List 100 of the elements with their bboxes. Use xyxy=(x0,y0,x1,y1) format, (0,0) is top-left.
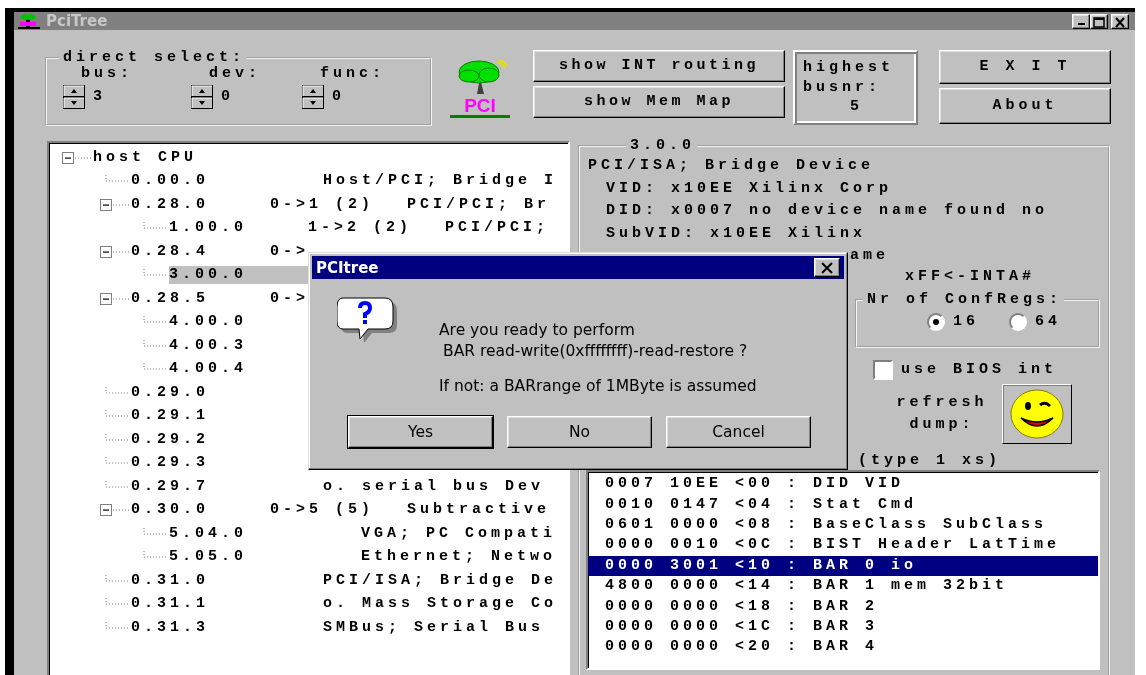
collapse-icon[interactable] xyxy=(100,198,131,211)
app-icon xyxy=(18,13,40,29)
bus-range: 0-> xyxy=(270,289,309,308)
group-label: Nr of ConfRegs: xyxy=(866,292,1064,307)
device-address[interactable]: 0.29.3 xyxy=(131,454,270,473)
device-id-line: VID: x10EE Xilinx Corp xyxy=(605,179,894,199)
field-label: func: xyxy=(319,65,386,83)
collapse-icon[interactable] xyxy=(100,504,131,517)
tree-node-label[interactable]: host CPU xyxy=(93,148,197,167)
spinner-control[interactable] xyxy=(302,85,324,109)
device-description: VGA; PC Compati xyxy=(361,524,557,543)
device-id-line: DID: x0007 no device name found no xyxy=(605,202,1050,221)
tree-icon xyxy=(458,59,508,94)
collapse-icon[interactable] xyxy=(100,245,131,258)
spin-value: 0 xyxy=(332,88,345,106)
spin-value: 3 xyxy=(93,88,106,106)
device-class: PCI/ISA; Bridge Device xyxy=(588,157,876,176)
minimize-button[interactable] xyxy=(1072,13,1090,29)
radio-button[interactable] xyxy=(1009,313,1027,331)
window-title: PciTree xyxy=(46,12,108,30)
dump-row[interactable]: 0000 0000 <20 : BAR 4 xyxy=(588,637,1098,658)
device-address[interactable]: 0.31.1 xyxy=(131,595,270,614)
device-address[interactable]: 5.05.0 xyxy=(169,548,308,567)
collapse-icon[interactable] xyxy=(100,292,131,305)
device-description: Subtractive xyxy=(407,501,551,520)
bus-range: 0-> xyxy=(270,242,309,261)
radio-label: 16 xyxy=(953,313,979,331)
dialog-button[interactable]: Yes xyxy=(348,416,493,448)
question-icon xyxy=(337,296,397,342)
device-address[interactable]: 5.04.0 xyxy=(169,524,308,543)
device-address[interactable]: 4.00.3 xyxy=(169,336,308,355)
device-address[interactable]: 0.00.0 xyxy=(131,172,270,191)
device-address[interactable]: 4.00.0 xyxy=(169,313,308,332)
maximize-icon xyxy=(1091,14,1107,29)
radio-button[interactable] xyxy=(927,313,945,331)
dump-row[interactable]: 0000 0000 <1C : BAR 3 xyxy=(588,616,1098,638)
device-address[interactable]: 0.28.5 xyxy=(131,289,270,308)
dump-label: (type 1 xs) xyxy=(858,452,1002,469)
maximize-button[interactable] xyxy=(1090,13,1108,29)
device-address[interactable]: 0.28.0 xyxy=(131,195,270,214)
message-line: BAR read-write(0xffffffff)-read-restore ? xyxy=(442,341,749,362)
checkbox[interactable] xyxy=(873,360,893,380)
dump-row[interactable]: 0010 0147 <04 : Stat Cmd xyxy=(588,494,1098,515)
bus-range: 1->2 (2) xyxy=(308,219,413,238)
close-button[interactable] xyxy=(814,258,840,277)
device-address[interactable]: 0.29.7 xyxy=(131,477,270,496)
device-description: o. Mass Storage Co xyxy=(323,595,558,614)
close-icon xyxy=(820,261,834,274)
spinner-control[interactable] xyxy=(63,85,85,109)
device-address[interactable]: 0.28.4 xyxy=(131,242,270,261)
device-id-line: SubVID: x10EE Xilinx xyxy=(605,224,868,244)
dialog-button[interactable]: Cancel xyxy=(666,416,811,448)
dump-row[interactable]: 4800 0000 <14 : BAR 1 mem 32bit xyxy=(588,575,1098,597)
device-address[interactable]: 4.00.4 xyxy=(169,360,308,379)
dialog-title: PCItree xyxy=(316,258,379,277)
dump-row[interactable]: 0000 0010 <0C : BIST Header LatTime xyxy=(588,535,1098,556)
device-address[interactable]: 0.31.0 xyxy=(131,571,270,590)
device-address[interactable]: 0.31.3 xyxy=(131,618,270,637)
device-description: Host/PCI; Bridge I xyxy=(323,172,558,191)
device-description: PCI/PCI; xyxy=(445,219,549,238)
refresh-label: refresh dump: xyxy=(895,393,989,435)
message-line: Are you ready to perform xyxy=(439,320,636,341)
minimize-icon xyxy=(1077,22,1085,25)
bus-range: 0->1 (2) xyxy=(270,195,375,214)
view-button[interactable]: show Mem Map xyxy=(533,86,785,118)
exit-button[interactable]: E X I T xyxy=(939,50,1111,84)
device-address[interactable]: 1.00.0 xyxy=(169,219,308,238)
dump-row[interactable]: 0601 0000 <08 : BaseClass SubClass xyxy=(588,514,1098,536)
spin-value: 0 xyxy=(221,88,234,106)
device-info-line: ame xyxy=(850,247,889,264)
device-description: PCI/ISA; Bridge De xyxy=(323,571,558,590)
spinner-control[interactable] xyxy=(191,85,213,109)
device-description: o. serial bus Dev xyxy=(323,477,545,496)
dump-row[interactable]: 0000 0000 <18 : BAR 2 xyxy=(588,596,1098,617)
device-address[interactable]: 0.29.2 xyxy=(131,430,270,449)
interrupt-line: xFF<-INTA# xyxy=(905,268,1035,285)
refresh-button[interactable] xyxy=(1002,384,1072,444)
ground-line xyxy=(450,115,510,118)
field-label: bus: xyxy=(80,65,134,83)
device-address[interactable]: 3.00.0 xyxy=(169,266,308,285)
device-address[interactable]: 0.30.0 xyxy=(131,501,270,520)
logo-text: PCI xyxy=(464,95,496,116)
group-label: 3.0.0 xyxy=(629,138,696,153)
collapse-icon[interactable] xyxy=(62,151,93,164)
smiley-icon xyxy=(1009,388,1065,440)
close-button[interactable] xyxy=(1111,13,1129,29)
busnr-label: highest busnr: xyxy=(803,58,895,98)
about-button[interactable]: About xyxy=(939,88,1111,124)
busnr-value: 5 xyxy=(850,98,863,116)
field-label: dev: xyxy=(208,65,262,83)
radio-label: 64 xyxy=(1035,313,1062,331)
device-address[interactable]: 0.29.0 xyxy=(131,383,270,402)
dialog-button[interactable]: No xyxy=(507,416,652,448)
group-label: direct select: xyxy=(62,50,247,65)
view-button[interactable]: show INT routing xyxy=(533,50,785,82)
dump-row[interactable]: 0000 3001 <10 : BAR 0 io xyxy=(588,555,1098,576)
dump-row[interactable]: 0007 10EE <00 : DID VID xyxy=(588,474,1098,495)
checkbox-label: use BIOS int xyxy=(901,361,1058,379)
device-address[interactable]: 0.29.1 xyxy=(131,407,270,426)
device-description: Ethernet; Netwo xyxy=(361,548,557,567)
